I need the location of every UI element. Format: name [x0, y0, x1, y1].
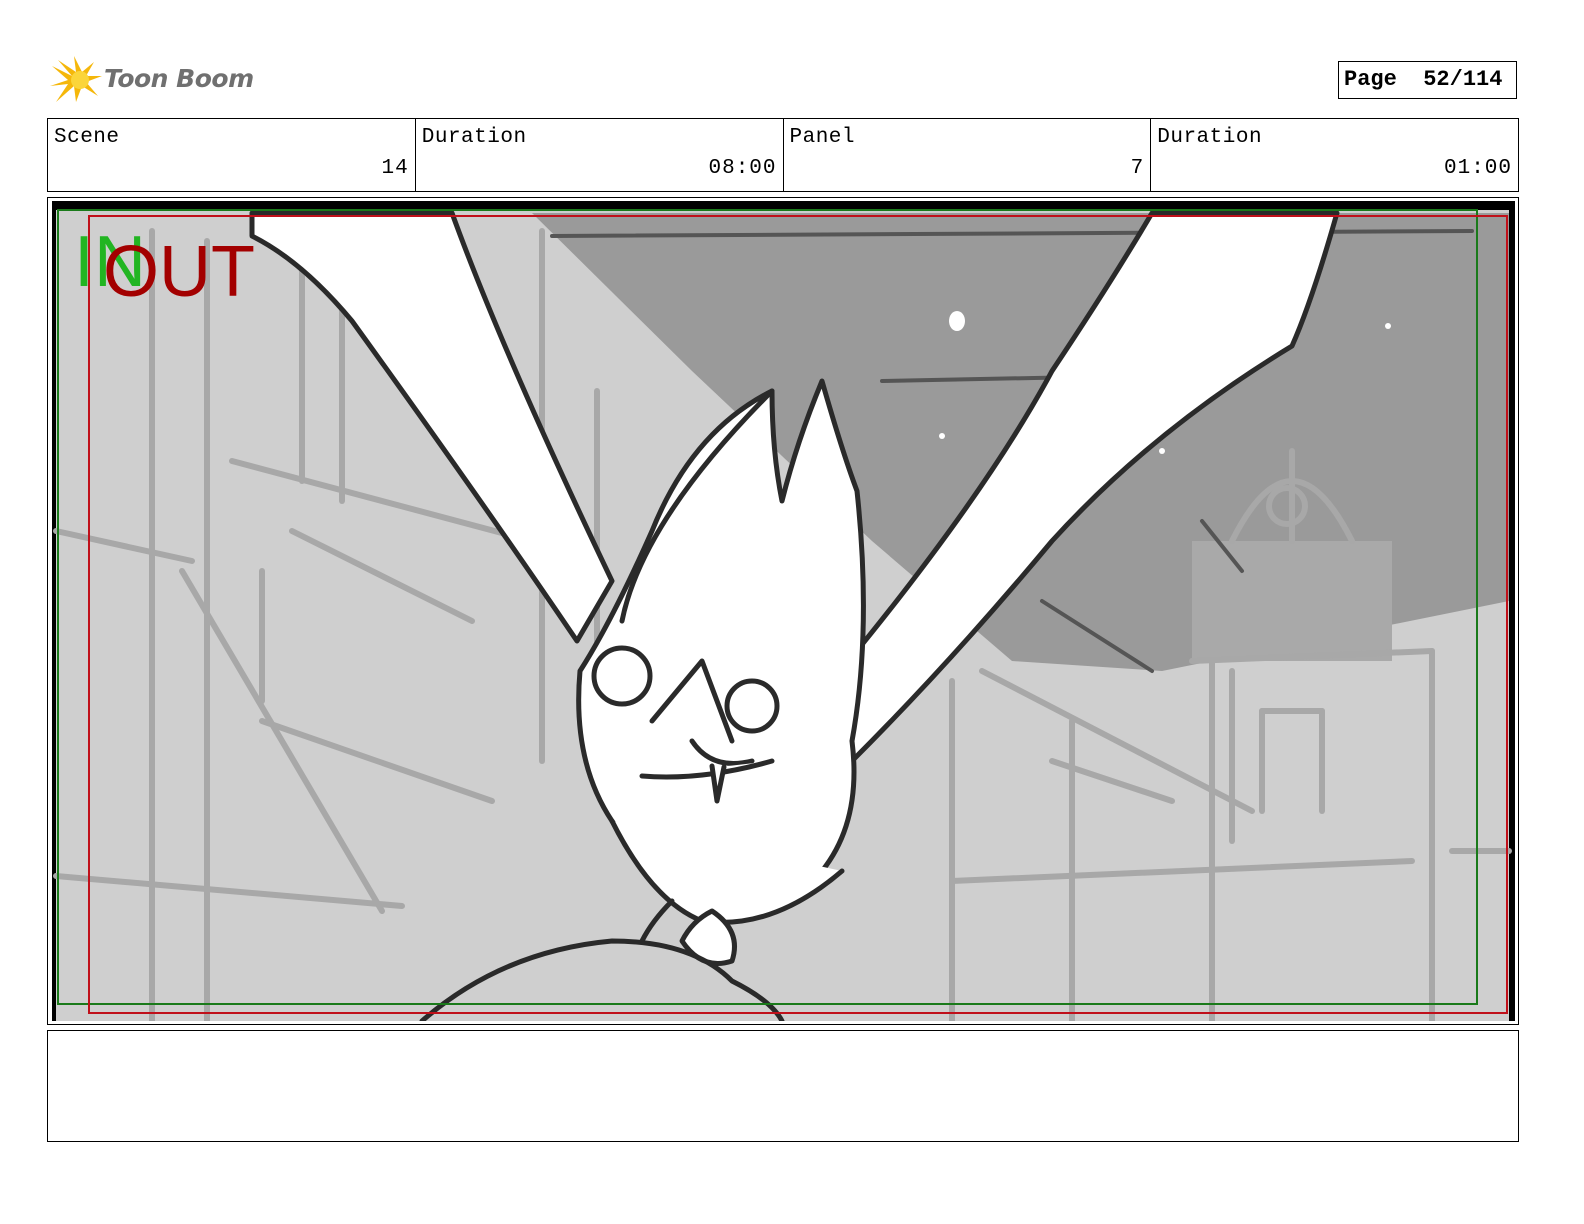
scene-duration-cell: Duration 08:00 — [416, 119, 784, 191]
starburst-icon — [50, 56, 102, 102]
page-label: Page — [1344, 67, 1397, 92]
scene-duration-label: Duration — [421, 126, 527, 149]
out-marker: OUT — [103, 232, 255, 312]
panel-duration-label: Duration — [1157, 126, 1263, 149]
notes-box — [47, 1030, 1519, 1142]
scene-duration-value: 08:00 — [708, 157, 777, 180]
panel-duration-cell: Duration 01:00 — [1151, 119, 1518, 191]
panel-value: 7 — [1130, 157, 1145, 180]
panel-info-table: Scene 14 Duration 08:00 Panel 7 Duration… — [47, 118, 1519, 192]
panel-duration-value: 01:00 — [1443, 157, 1512, 180]
scene-value: 14 — [381, 157, 409, 180]
page-number: 52/114 — [1423, 67, 1503, 92]
storyboard-panel-drawing — [52, 201, 1515, 1021]
scene-label: Scene — [54, 126, 120, 149]
page-indicator: Page 52/114 — [1338, 61, 1517, 99]
logo-text: Toon Boom — [104, 64, 254, 93]
panel-label: Panel — [789, 126, 856, 149]
panel-cell: Panel 7 — [784, 119, 1152, 191]
toon-boom-logo: Toon Boom — [50, 56, 254, 108]
scene-cell: Scene 14 — [48, 119, 416, 191]
